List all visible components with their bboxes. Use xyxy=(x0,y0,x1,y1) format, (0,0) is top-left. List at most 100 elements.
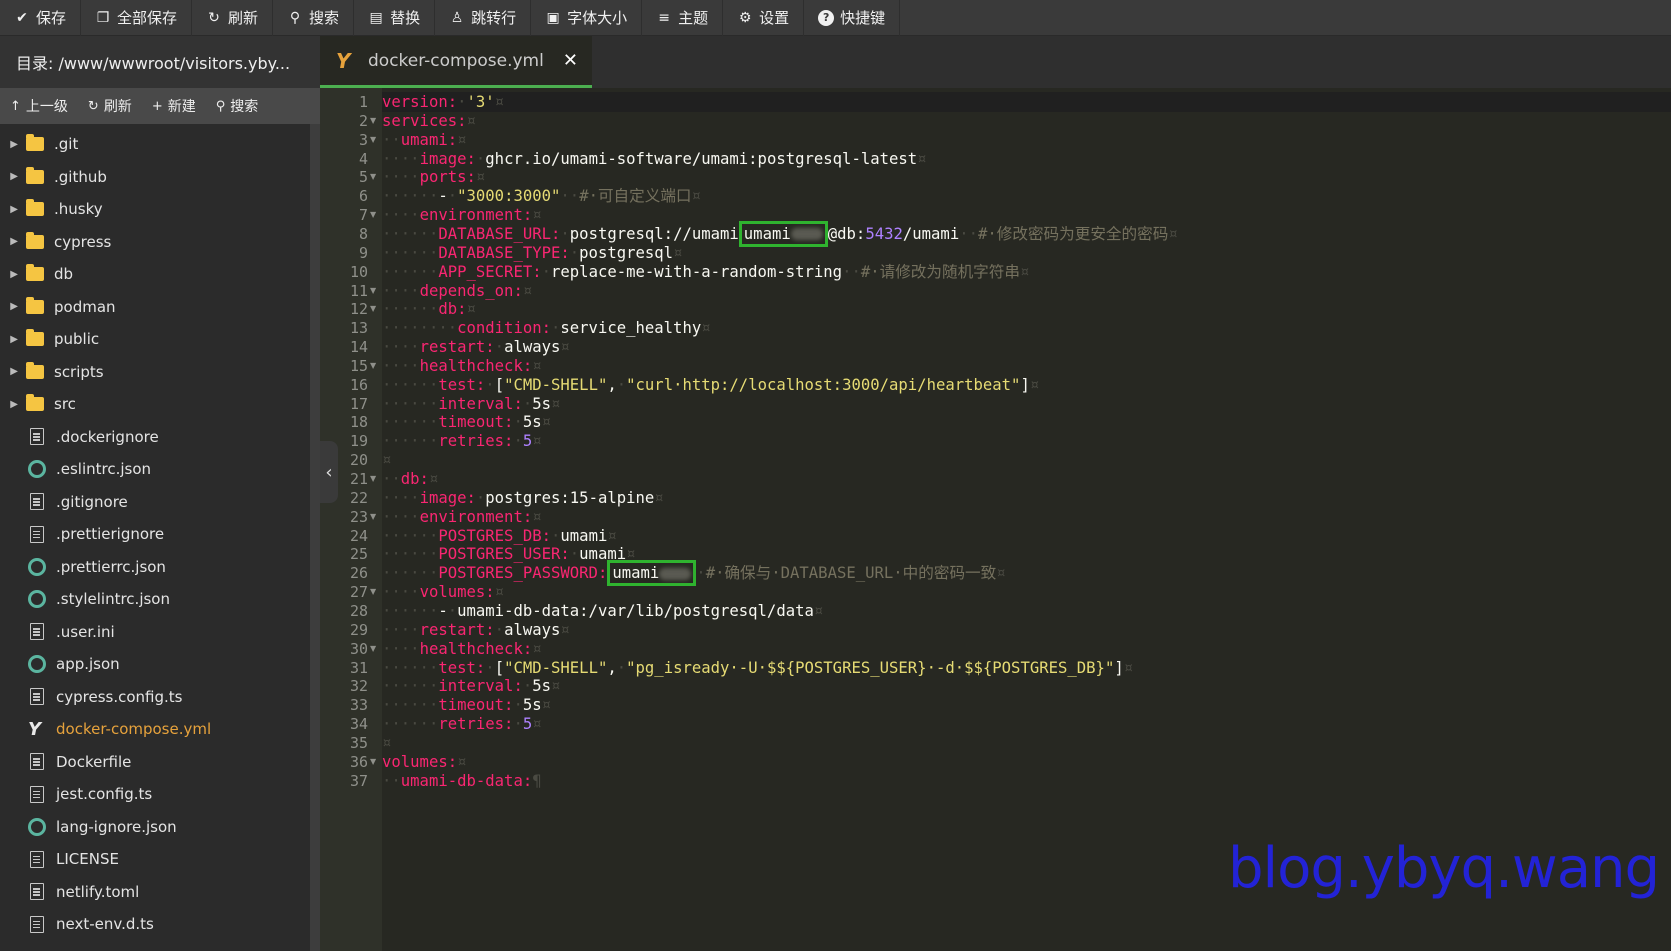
toolbar-button-2[interactable]: ↻ 刷新 xyxy=(192,0,274,36)
expand-arrow-icon: ▶ xyxy=(10,366,18,378)
tree-item[interactable]: .user.ini xyxy=(0,616,310,649)
code-token: service_healthy xyxy=(560,319,702,338)
tree-item[interactable]: .gitignore xyxy=(0,486,310,519)
fold-arrow-icon[interactable]: ▼ xyxy=(370,130,376,150)
line-number: 29 xyxy=(349,620,368,639)
tree-item-label: .gitignore xyxy=(56,492,128,511)
fold-arrow-icon[interactable]: ▼ xyxy=(370,356,376,376)
tree-item[interactable]: Ydocker-compose.yml xyxy=(0,713,310,746)
code-token: ·· xyxy=(959,224,978,243)
tree-item[interactable]: app.json xyxy=(0,648,310,681)
yaml-file-icon: Y xyxy=(336,48,351,73)
code-token: 5s xyxy=(532,677,552,696)
code-line: ······-·umami-db-data:/var/lib/postgresq… xyxy=(382,601,823,621)
code-token: · xyxy=(494,338,505,357)
code-token: ¤ xyxy=(1019,262,1030,281)
tree-item[interactable]: .dockerignore xyxy=(0,421,310,454)
code-token: ···· xyxy=(382,507,420,526)
file-icon xyxy=(30,428,44,446)
file-action-3[interactable]: ⚲ 搜索 xyxy=(206,88,269,124)
tree-item[interactable]: ▶ .husky xyxy=(0,193,310,226)
fold-arrow-icon[interactable]: ▼ xyxy=(370,299,376,319)
toolbar-button-3[interactable]: ⚲ 搜索 xyxy=(273,0,355,36)
code-token: ¤ xyxy=(1168,224,1178,243)
tree-scrollbar[interactable] xyxy=(310,124,320,951)
toolbar-button-label: 快捷键 xyxy=(840,9,886,27)
code-token: - xyxy=(438,187,448,206)
tree-item[interactable]: cypress.config.ts xyxy=(0,681,310,714)
fold-arrow-icon[interactable]: ▼ xyxy=(370,111,376,131)
close-icon[interactable]: ✕ xyxy=(563,50,578,71)
code-area[interactable]: version:·'3'¤ services:¤ ··umami:¤ ····imag… xyxy=(382,88,1671,951)
line-number: 34 xyxy=(349,715,368,734)
tree-item[interactable]: .prettierignore xyxy=(0,518,310,551)
fold-arrow-icon[interactable]: ▼ xyxy=(370,639,376,659)
tree-item[interactable]: ▶ scripts xyxy=(0,356,310,389)
fold-arrow-icon[interactable]: ▼ xyxy=(370,167,376,187)
code-token: ¤ xyxy=(382,451,392,470)
expand-arrow-icon: ▶ xyxy=(10,268,18,280)
tree-item[interactable]: ▶ db xyxy=(0,258,310,291)
toolbar-button-6[interactable]: ▣ 字体大小 xyxy=(531,0,643,36)
code-token: POSTGRES_PASSWORD: xyxy=(438,564,608,583)
fold-arrow-icon[interactable]: ▼ xyxy=(370,752,376,772)
tree-item[interactable]: netlify.toml xyxy=(0,876,310,909)
toolbar-button-0[interactable]: ✔ 保存 xyxy=(0,0,82,36)
redacted-blur xyxy=(659,567,692,580)
fold-arrow-icon[interactable]: ▼ xyxy=(370,281,376,301)
tab-docker-compose[interactable]: Y docker-compose.yml ✕ xyxy=(320,36,592,88)
code-token: DATABASE_URL: xyxy=(438,224,561,243)
line-number: 6 xyxy=(358,187,368,206)
toolbar-button-5[interactable]: ♙ 跳转行 xyxy=(435,0,532,36)
folder-icon xyxy=(26,264,44,282)
tree-item[interactable]: lang-ignore.json xyxy=(0,811,310,844)
file-action-0[interactable]: ↑ 上一级 xyxy=(0,88,78,124)
tree-item[interactable]: ▶ .github xyxy=(0,161,310,194)
toolbar-button-7[interactable]: ≡ 主题 xyxy=(642,0,724,36)
tree-item[interactable]: jest.config.ts xyxy=(0,778,310,811)
tree-item[interactable]: ▶ .git xyxy=(0,128,310,161)
help-icon: ? xyxy=(818,9,835,26)
tree-item[interactable]: ▶ cypress xyxy=(0,226,310,259)
code-line: ······timeout:·5s¤ xyxy=(382,695,551,715)
tree-item[interactable]: next-env.d.ts xyxy=(0,908,310,941)
tree-item[interactable]: LICENSE xyxy=(0,843,310,876)
tree-item[interactable]: .eslintrc.json xyxy=(0,453,310,486)
code-token: ······ xyxy=(382,601,439,620)
toolbar-button-1[interactable]: ❐ 全部保存 xyxy=(81,0,193,36)
tree-item[interactable]: ▶ src xyxy=(0,388,310,421)
code-token: ······ xyxy=(382,432,439,451)
code-token: · xyxy=(475,488,486,507)
tab-label: docker-compose.yml xyxy=(368,50,544,71)
collapse-sidebar-button[interactable]: ‹ xyxy=(320,441,338,503)
code-token: ·· xyxy=(382,130,401,149)
code-token: ¤ xyxy=(457,130,467,149)
line-number: 16 xyxy=(349,375,368,394)
file-action-2[interactable]: + 新建 xyxy=(142,88,206,124)
tree-item[interactable]: ▶ podman xyxy=(0,291,310,324)
folder-icon xyxy=(26,296,44,314)
file-actions-bar: ↑ 上一级 ↻ 刷新 + 新建 ⚲ 搜索 xyxy=(0,88,320,124)
toolbar-button-8[interactable]: ⚙ 设置 xyxy=(723,0,805,36)
fold-arrow-icon[interactable]: ▼ xyxy=(370,205,376,225)
tree-item[interactable]: Dockerfile xyxy=(0,746,310,779)
toolbar-button-9[interactable]: ? 快捷键 xyxy=(804,0,901,36)
code-token: "CMD-SHELL" xyxy=(504,658,608,677)
code-token: ······ xyxy=(382,545,439,564)
line-number: 26 xyxy=(349,564,368,583)
code-line: ······retries:·5¤ xyxy=(382,714,542,734)
file-action-1[interactable]: ↻ 刷新 xyxy=(78,88,142,124)
tree-item[interactable]: ▶ public xyxy=(0,323,310,356)
code-editor[interactable]: 1 2 ▼ 3 ▼ 4 5 ▼ 6 7 ▼ 8 9 10 11 ▼ 12 ▼ 13 14 15 ▼ 16 17 18 19 20 21… xyxy=(320,88,1671,951)
user-icon: ♙ xyxy=(450,9,464,26)
fold-arrow-icon[interactable]: ▼ xyxy=(370,507,376,527)
code-token: ¤ xyxy=(457,752,467,771)
code-token: ······ xyxy=(382,564,439,583)
fold-arrow-icon[interactable]: ▼ xyxy=(370,582,376,602)
code-token: ¤ xyxy=(532,356,542,375)
fold-arrow-icon[interactable]: ▼ xyxy=(370,469,376,489)
code-token: ······ xyxy=(382,658,439,677)
toolbar-button-4[interactable]: ▤ 替换 xyxy=(354,0,436,36)
tree-item[interactable]: .stylelintrc.json xyxy=(0,583,310,616)
tree-item[interactable]: .prettierrc.json xyxy=(0,551,310,584)
